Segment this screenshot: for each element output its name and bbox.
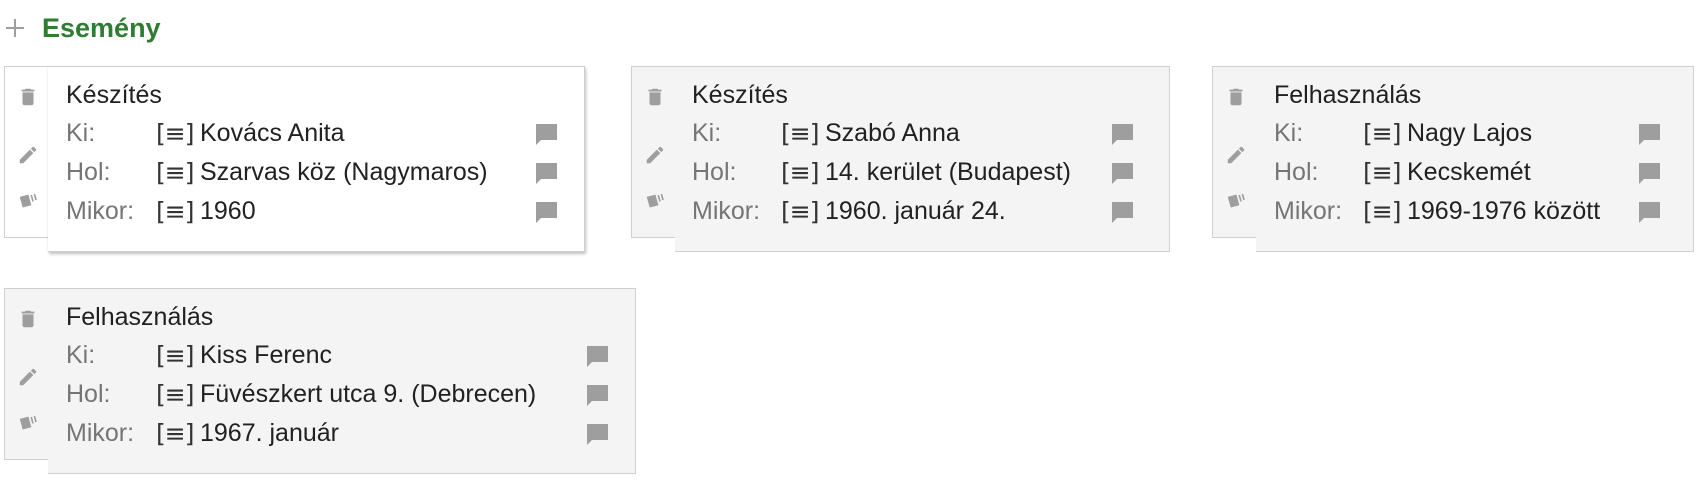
- comment-icon[interactable]: [1636, 123, 1662, 147]
- tag-icon[interactable]: [1225, 190, 1247, 212]
- row-label: Ki:: [66, 119, 96, 147]
- document-icon[interactable]: [≡]: [781, 192, 819, 231]
- row-value[interactable]: 1967. január: [200, 414, 339, 453]
- row-ki: Ki: [≡] Szabó Anna: [692, 114, 1170, 153]
- row-ki: Ki: [≡] Kiss Ferenc: [66, 336, 636, 375]
- document-icon[interactable]: [≡]: [156, 114, 194, 153]
- event-card: Készítés Ki: [≡] Szabó Anna Hol: [≡] 14.…: [631, 66, 1170, 252]
- document-icon[interactable]: [≡]: [1363, 114, 1401, 153]
- tag-icon[interactable]: [17, 412, 39, 434]
- row-hol: Hol: [≡] Kecskemét: [1274, 153, 1694, 192]
- comment-icon[interactable]: [584, 345, 610, 369]
- row-label: Hol:: [1274, 158, 1319, 186]
- row-value[interactable]: Nagy Lajos: [1407, 114, 1532, 153]
- edit-icon[interactable]: [1225, 144, 1247, 166]
- row-hol: Hol: [≡] 14. kerület (Budapest): [692, 153, 1170, 192]
- edit-icon[interactable]: [17, 366, 39, 388]
- card-title: Készítés: [66, 81, 162, 109]
- row-value[interactable]: 1960. január 24.: [825, 192, 1006, 231]
- event-card: Készítés Ki: [≡] Kovács Anita Hol: [≡] S…: [4, 66, 585, 252]
- comment-icon[interactable]: [533, 201, 559, 225]
- event-card: Felhasználás Ki: [≡] Nagy Lajos Hol: [≡]…: [1212, 66, 1694, 252]
- row-value[interactable]: 1969-1976 között: [1407, 192, 1600, 231]
- row-label: Hol:: [66, 380, 111, 408]
- row-mikor: Mikor: [≡] 1967. január: [66, 414, 636, 453]
- row-mikor: Mikor: [≡] 1960. január 24.: [692, 192, 1170, 231]
- trash-icon[interactable]: [17, 308, 39, 330]
- row-label: Mikor:: [1274, 197, 1343, 225]
- card-title: Felhasználás: [66, 303, 214, 331]
- row-value[interactable]: Kecskemét: [1407, 153, 1531, 192]
- card-title: Készítés: [692, 81, 788, 109]
- card-content: Készítés Ki: [≡] Kovács Anita Hol: [≡] S…: [66, 76, 585, 231]
- tag-icon[interactable]: [17, 190, 39, 212]
- document-icon[interactable]: [≡]: [156, 414, 194, 453]
- row-value[interactable]: Szarvas köz (Nagymaros): [200, 153, 488, 192]
- edit-icon[interactable]: [17, 144, 39, 166]
- comment-icon[interactable]: [533, 162, 559, 186]
- row-label: Ki:: [1274, 119, 1304, 147]
- document-icon[interactable]: [≡]: [1363, 192, 1401, 231]
- event-card: Felhasználás Ki: [≡] Kiss Ferenc Hol: [≡…: [4, 288, 636, 474]
- card-content: Felhasználás Ki: [≡] Kiss Ferenc Hol: [≡…: [66, 298, 636, 453]
- row-label: Ki:: [692, 119, 722, 147]
- row-label: Mikor:: [66, 419, 135, 447]
- comment-icon[interactable]: [1109, 201, 1135, 225]
- row-hol: Hol: [≡] Füvészkert utca 9. (Debrecen): [66, 375, 636, 414]
- document-icon[interactable]: [≡]: [156, 192, 194, 231]
- row-hol: Hol: [≡] Szarvas köz (Nagymaros): [66, 153, 585, 192]
- row-label: Hol:: [692, 158, 737, 186]
- document-icon[interactable]: [≡]: [156, 375, 194, 414]
- comment-icon[interactable]: [584, 384, 610, 408]
- card-title: Felhasználás: [1274, 81, 1422, 109]
- row-label: Ki:: [66, 341, 96, 369]
- document-icon[interactable]: [≡]: [1363, 153, 1401, 192]
- document-icon[interactable]: [≡]: [781, 153, 819, 192]
- row-value[interactable]: 1960: [200, 192, 256, 231]
- row-value[interactable]: Szabó Anna: [825, 114, 960, 153]
- trash-icon[interactable]: [17, 86, 39, 108]
- row-label: Hol:: [66, 158, 111, 186]
- trash-icon[interactable]: [644, 86, 666, 108]
- row-ki: Ki: [≡] Nagy Lajos: [1274, 114, 1694, 153]
- document-icon[interactable]: [≡]: [156, 153, 194, 192]
- row-mikor: Mikor: [≡] 1960: [66, 192, 585, 231]
- comment-icon[interactable]: [533, 123, 559, 147]
- comment-icon[interactable]: [1636, 162, 1662, 186]
- comment-icon[interactable]: [1109, 123, 1135, 147]
- row-value[interactable]: Kiss Ferenc: [200, 336, 332, 375]
- comment-icon[interactable]: [584, 423, 610, 447]
- row-ki: Ki: [≡] Kovács Anita: [66, 114, 585, 153]
- row-mikor: Mikor: [≡] 1969-1976 között: [1274, 192, 1694, 231]
- trash-icon[interactable]: [1225, 86, 1247, 108]
- document-icon[interactable]: [≡]: [781, 114, 819, 153]
- section-title[interactable]: Esemény: [42, 13, 161, 44]
- row-value[interactable]: 14. kerület (Budapest): [825, 153, 1071, 192]
- row-label: Mikor:: [692, 197, 761, 225]
- row-value[interactable]: Füvészkert utca 9. (Debrecen): [200, 375, 536, 414]
- card-content: Készítés Ki: [≡] Szabó Anna Hol: [≡] 14.…: [692, 76, 1170, 231]
- plus-icon[interactable]: [6, 19, 24, 37]
- comment-icon[interactable]: [1636, 201, 1662, 225]
- card-content: Felhasználás Ki: [≡] Nagy Lajos Hol: [≡]…: [1274, 76, 1694, 231]
- row-label: Mikor:: [66, 197, 135, 225]
- section-header: Esemény: [6, 8, 161, 48]
- tag-icon[interactable]: [644, 190, 666, 212]
- edit-icon[interactable]: [644, 144, 666, 166]
- comment-icon[interactable]: [1109, 162, 1135, 186]
- row-value[interactable]: Kovács Anita: [200, 114, 345, 153]
- document-icon[interactable]: [≡]: [156, 336, 194, 375]
